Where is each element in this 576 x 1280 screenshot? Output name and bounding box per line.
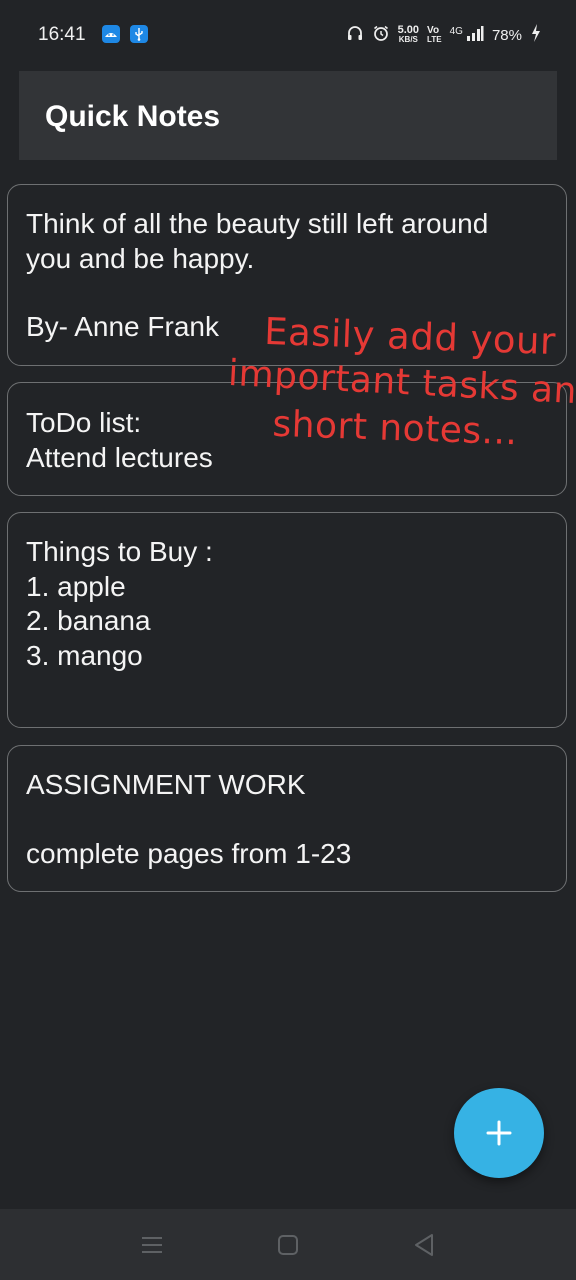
page-title: Quick Notes [45,100,221,133]
home-button[interactable] [274,1231,302,1259]
menu-icon [142,1237,162,1253]
usb-icon [130,25,148,43]
note-card[interactable]: ASSIGNMENT WORK complete pages from 1-23 [7,745,567,892]
alarm-icon [372,24,390,47]
note-line: 1. apple [26,570,126,602]
note-line: complete pages from 1-23 [26,837,352,869]
signal-bars-icon [466,25,484,41]
network-speed: 5.00 KB/S [397,24,420,45]
status-time: 16:41 [38,24,86,45]
back-triangle-icon [415,1234,433,1256]
add-note-button[interactable] [454,1088,544,1178]
note-line: Things to Buy : [26,536,213,567]
home-square-icon [278,1235,298,1255]
status-bar: 16:41 5.00 KB/S Vo LTE 4G 78% [0,0,576,70]
app-bar: Quick Notes [19,71,557,160]
promo-overlay-text: Easily add your important tasks and shor… [222,310,576,453]
note-line: ASSIGNMENT WORK [26,769,306,800]
plus-icon [486,1120,512,1146]
note-line: 2. banana [26,605,151,636]
battery-percent: 78% [491,26,522,44]
note-line: 3. mango [26,639,143,671]
note-card[interactable]: Things to Buy : 1. apple 2. banana 3. ma… [7,512,567,728]
note-blank-line [26,803,548,837]
note-blank-line [26,276,548,310]
volte-indicator: Vo LTE [427,25,442,45]
back-button[interactable] [410,1231,438,1259]
app-notification-icon [102,25,120,43]
recent-apps-button[interactable] [138,1231,166,1259]
system-nav-bar [0,1209,576,1280]
note-line: Think of all the beauty still left aroun… [26,208,489,239]
signal-indicator: 4G [450,25,484,45]
headphones-icon [346,24,364,47]
charging-icon [530,23,542,48]
note-line: you and be happy. [26,242,255,274]
